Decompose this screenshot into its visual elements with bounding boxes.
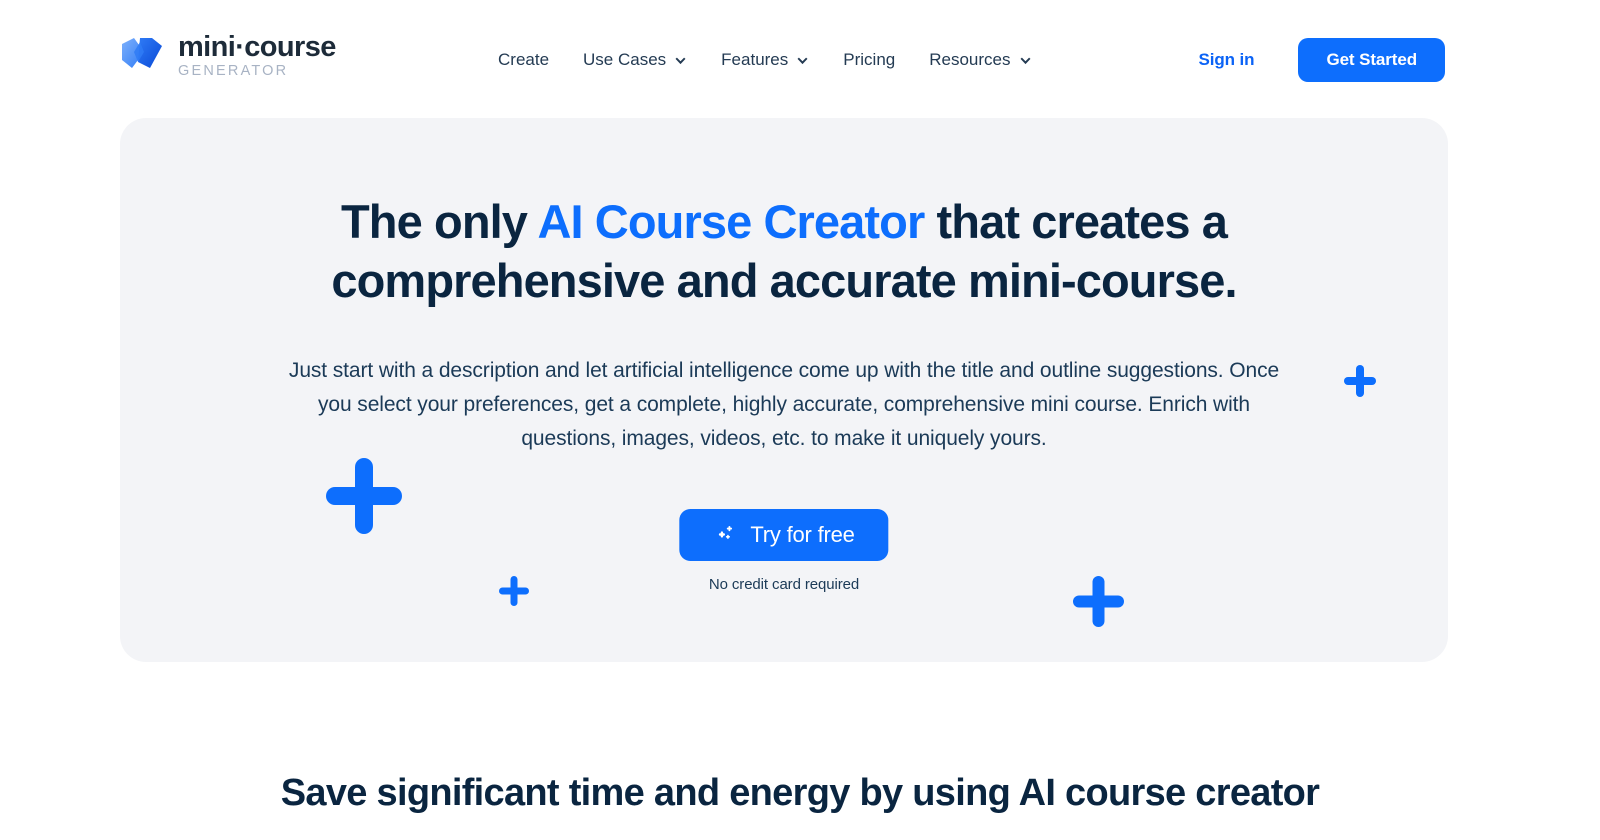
- nav-item-label: Use Cases: [583, 50, 667, 69]
- sparkle-icon: [718, 525, 733, 539]
- nav-item-resources[interactable]: Resources: [912, 44, 1048, 76]
- header-auth-actions: Sign in Get Started: [1198, 38, 1445, 82]
- brand-name: mini·course: [178, 31, 336, 63]
- plus-decoration-center-small-icon: [499, 576, 529, 606]
- site-header: mini·course GENERATOR Create Use Cases F…: [0, 0, 1600, 118]
- plus-decoration-topright-small-icon: [1344, 365, 1376, 397]
- chevron-down-icon: [1020, 57, 1030, 64]
- brand-subtitle: GENERATOR: [178, 63, 289, 80]
- nav-item-label: Resources: [929, 50, 1011, 69]
- get-started-button[interactable]: Get Started: [1298, 38, 1445, 82]
- brand-logo-link[interactable]: mini·course GENERATOR: [120, 32, 336, 81]
- plus-decoration-right-medium-icon: [1073, 576, 1124, 627]
- chevron-down-icon: [797, 57, 808, 64]
- hero-inner: The only AI Course Creator that creates …: [120, 118, 1448, 662]
- nav-item-create[interactable]: Create: [498, 44, 566, 76]
- cta-note: No credit card required: [708, 576, 860, 593]
- plus-decoration-left-large-icon: [326, 458, 402, 534]
- brand-text-block: mini·course GENERATOR: [178, 32, 336, 81]
- page-root: mini·course GENERATOR Create Use Cases F…: [0, 0, 1600, 840]
- main-navigation: Create Use Cases Features Pricing Resour…: [498, 44, 1049, 76]
- section-heading: Save significant time and energy by usin…: [280, 772, 1320, 814]
- page-title: The only AI Course Creator that creates …: [284, 192, 1284, 310]
- try-for-free-label: Try for free: [750, 522, 855, 547]
- nav-item-label: Create: [498, 50, 550, 69]
- nav-item-features[interactable]: Features: [704, 44, 826, 76]
- sign-in-link[interactable]: Sign in: [1198, 50, 1254, 70]
- hero-card: The only AI Course Creator that creates …: [120, 118, 1448, 662]
- nav-item-label: Pricing: [843, 50, 896, 69]
- headline-accent: AI Course Creator: [537, 195, 925, 248]
- nav-item-pricing[interactable]: Pricing: [826, 44, 912, 76]
- nav-item-label: Features: [721, 50, 789, 69]
- headline-part-before: The only: [341, 195, 538, 248]
- hero-description: Just start with a description and let ar…: [288, 359, 1280, 450]
- minicourse-logo-mark-icon: [122, 38, 162, 69]
- chevron-down-icon: [675, 57, 686, 64]
- hero-cta-group: Try for free No credit card required: [679, 509, 889, 593]
- nav-item-use-cases[interactable]: Use Cases: [566, 44, 704, 76]
- try-for-free-button[interactable]: Try for free: [679, 509, 889, 561]
